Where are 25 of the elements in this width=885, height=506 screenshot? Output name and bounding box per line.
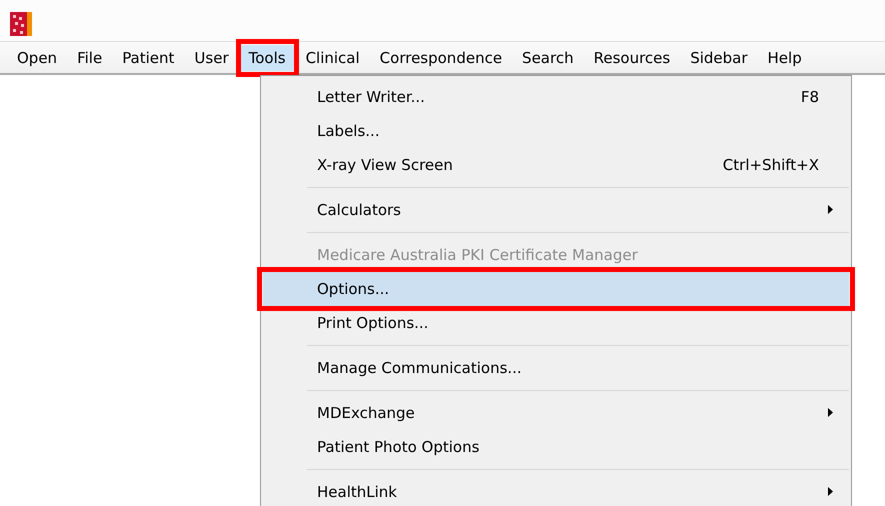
menu-item[interactable]: Print Options... <box>263 306 849 340</box>
menu-bar-item[interactable]: Sidebar <box>681 44 757 70</box>
menu-item[interactable]: HealthLink <box>263 475 849 506</box>
submenu-arrow-icon <box>828 487 833 496</box>
menu-bar-item[interactable]: Resources <box>584 44 680 70</box>
menu-item[interactable]: Labels... <box>263 114 849 148</box>
menu-bar-item[interactable]: Help <box>758 44 811 70</box>
menu-item[interactable]: Letter Writer... F8 <box>263 80 849 114</box>
menu-item[interactable]: Patient Photo Options <box>263 430 849 464</box>
menu-bar-item[interactable]: File <box>68 44 112 70</box>
menu-bar-item[interactable]: Search <box>513 44 583 70</box>
menu-bar-item[interactable]: Open <box>8 44 66 70</box>
menu-item[interactable]: Calculators <box>263 193 849 227</box>
menu-item[interactable]: X-ray View Screen Ctrl+Shift+X <box>263 148 849 182</box>
submenu-arrow-icon <box>828 205 833 214</box>
menu-bar-item[interactable]: Tools <box>240 44 295 70</box>
menu-bar-item[interactable]: User <box>185 44 238 70</box>
menu-item[interactable]: Manage Communications... <box>263 351 849 385</box>
menu-item[interactable]: MDExchange <box>263 396 849 430</box>
menu-bar-item[interactable]: Patient <box>113 44 184 70</box>
submenu-arrow-icon <box>828 408 833 417</box>
app-logo-icon <box>10 12 32 36</box>
menu-bar-item[interactable]: Correspondence <box>370 44 512 70</box>
menu-item[interactable]: Options... <box>263 272 849 306</box>
menu-bar-item[interactable]: Clinical <box>296 44 369 70</box>
